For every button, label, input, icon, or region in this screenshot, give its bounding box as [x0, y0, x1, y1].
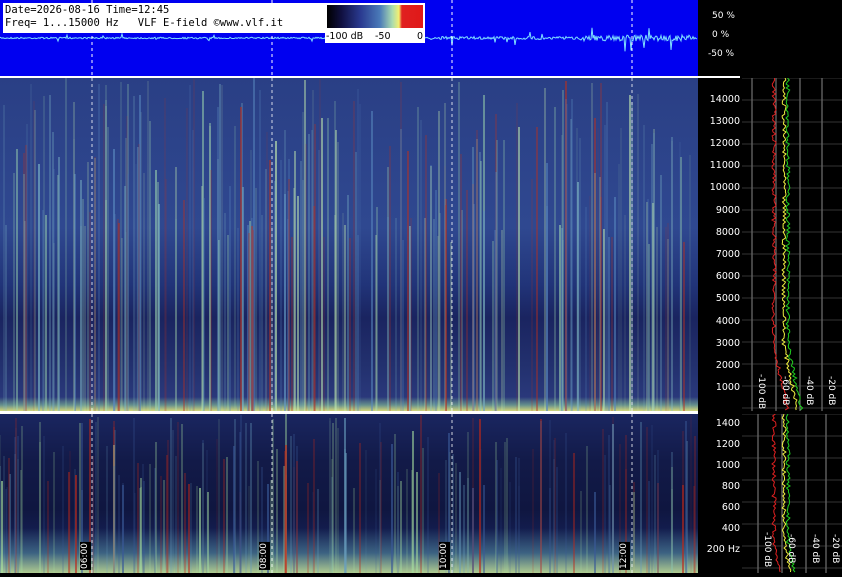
- info-freq-source: Freq= 1...15000 Hz VLF E-field ©www.vlf.…: [5, 17, 284, 29]
- freq-label: 13000: [709, 116, 740, 127]
- spectrogram-upper-lines: [3, 78, 691, 411]
- freq-label: 9000: [715, 205, 740, 216]
- time-marker-1200: 12:00: [619, 542, 630, 570]
- frequency-axis-upper: 14000 13000 12000 11000 10000 9000 8000 …: [698, 78, 742, 411]
- freq-label: 12000: [709, 138, 740, 149]
- freq-label: 200 Hz: [706, 544, 740, 555]
- spectrum-profile-upper-plot: [742, 77, 842, 411]
- color-scale-labels: -100 dB -50 0: [325, 31, 425, 43]
- freq-label: 1200: [715, 439, 740, 450]
- freq-label: 8000: [715, 227, 740, 238]
- spectrum-profile-upper: -100 dB -60 dB -40 dB -20 dB: [742, 77, 842, 411]
- freq-label: 4000: [715, 316, 740, 327]
- spectrogram-lower: [0, 414, 698, 573]
- freq-label: 3000: [715, 338, 740, 349]
- waveform-panel: Date=2026-08-16 Time=12:45 Freq= 1...150…: [0, 0, 698, 76]
- info-box: Date=2026-08-16 Time=12:45 Freq= 1...150…: [3, 3, 325, 33]
- freq-label: 6000: [715, 271, 740, 282]
- profile-db-label: -20 dB: [826, 376, 836, 406]
- freq-label: 14000: [709, 94, 740, 105]
- spectrogram-upper: [0, 78, 698, 411]
- info-date-time: Date=2026-08-16 Time=12:45: [5, 4, 170, 16]
- profile-db-label: -60 dB: [786, 534, 796, 564]
- freq-label: 1000: [715, 460, 740, 471]
- freq-label: 5000: [715, 293, 740, 304]
- freq-label: 1400: [715, 418, 740, 429]
- waveform-label-minus50: -50 %: [708, 49, 735, 59]
- frequency-axis-lower: 1400 1200 1000 800 600 400 200 Hz: [698, 414, 742, 573]
- color-scale-label-min: -100 dB: [326, 31, 364, 42]
- freq-label: 2000: [715, 360, 740, 371]
- freq-label: 10000: [709, 182, 740, 193]
- freq-label: 600: [721, 502, 740, 513]
- color-scale: -100 dB -50 0: [325, 3, 425, 43]
- spectrum-profile-lower: -100 dB -60 dB -40 dB -20 dB: [742, 413, 842, 573]
- time-marker-0600: 06:00: [80, 542, 91, 570]
- profile-db-label: -40 dB: [810, 534, 820, 564]
- freq-label: 1000: [715, 382, 740, 393]
- color-scale-label-max: 0: [417, 31, 424, 42]
- waveform-label-50: 50 %: [712, 11, 735, 21]
- time-marker-0800: 08:00: [259, 542, 270, 570]
- time-marker-1000: 10:00: [439, 542, 450, 570]
- profile-db-label: -20 dB: [830, 534, 840, 564]
- freq-label: 7000: [715, 249, 740, 260]
- waveform-label-0: 0 %: [712, 30, 730, 40]
- spectrogram-lower-lines: [0, 414, 696, 573]
- freq-label: 11000: [709, 160, 740, 171]
- color-scale-bar: [327, 5, 423, 28]
- profile-db-label: -100 dB: [762, 532, 772, 568]
- profile-db-label: -40 dB: [804, 376, 814, 406]
- profile-db-label: -100 dB: [756, 374, 766, 410]
- profile-db-label: -60 dB: [780, 376, 790, 406]
- freq-label: 800: [721, 481, 740, 492]
- color-scale-label-mid: -50: [375, 31, 391, 42]
- waveform-axis: 50 % 0 % -50 %: [698, 0, 842, 76]
- freq-label: 400: [721, 523, 740, 534]
